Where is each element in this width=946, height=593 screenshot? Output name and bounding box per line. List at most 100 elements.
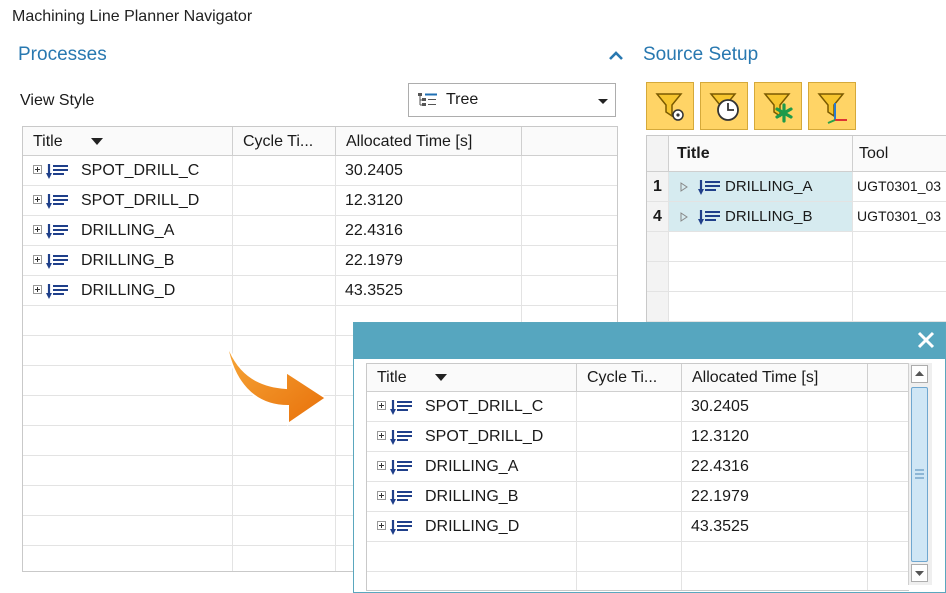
allocated-time-value: 12.3120 xyxy=(691,428,749,445)
expand-triangle-icon[interactable] xyxy=(680,212,688,222)
drilling-operation-icon xyxy=(389,458,413,481)
expand-icon[interactable] xyxy=(33,285,42,294)
table-header: Title Cycle Ti... Allocated Time [s] xyxy=(367,364,909,392)
column-header[interactable]: Title xyxy=(669,136,853,171)
drilling-operation-icon xyxy=(389,518,413,541)
expand-icon[interactable] xyxy=(33,195,42,204)
table-header: Title Tool xyxy=(647,136,946,172)
filter-axis-button[interactable] xyxy=(808,82,856,130)
table-row xyxy=(367,542,909,572)
sort-down-icon[interactable] xyxy=(435,373,447,383)
column-header[interactable]: Cycle Ti... xyxy=(577,364,682,391)
column-header[interactable]: Title xyxy=(23,127,233,155)
operation-title: SPOT_DRILL_D xyxy=(425,428,544,445)
drilling-operation-icon xyxy=(45,192,69,215)
tool-value: UGT0301_03 xyxy=(857,178,942,194)
filter-asterisk-icon xyxy=(763,93,793,123)
operation-title: SPOT_DRILL_D xyxy=(81,192,200,209)
expand-icon[interactable] xyxy=(377,461,386,470)
tool-value: UGT0301_03 xyxy=(857,208,942,224)
allocated-time-value: 22.1979 xyxy=(691,488,749,505)
filter-settings-button[interactable] xyxy=(646,82,694,130)
scroll-down-button[interactable] xyxy=(911,564,928,582)
column-header-label: Allocated Time [s] xyxy=(346,133,473,150)
drilling-operation-icon xyxy=(697,178,721,201)
operation-title: SPOT_DRILL_C xyxy=(81,162,200,179)
allocated-time-value: 30.2405 xyxy=(691,398,749,415)
cycle-time-value xyxy=(577,398,587,415)
arrow-icon xyxy=(225,339,328,426)
operation-title: SPOT_DRILL_C xyxy=(425,398,544,415)
chevron-up-icon xyxy=(609,51,623,60)
table-row xyxy=(647,232,946,262)
filter-clock-icon xyxy=(709,93,739,121)
allocated-time-value: 30.2405 xyxy=(345,162,403,179)
expand-triangle-icon[interactable] xyxy=(680,182,688,192)
drilling-operation-icon xyxy=(45,162,69,185)
view-style-dropdown[interactable]: Tree xyxy=(408,83,616,117)
vertical-scrollbar[interactable] xyxy=(908,363,932,585)
column-header[interactable]: Allocated Time [s] xyxy=(682,364,868,391)
cycle-time-value xyxy=(233,222,243,239)
allocated-time-value: 43.3525 xyxy=(345,282,403,299)
sort-down-icon[interactable] xyxy=(91,137,103,147)
tree-view-icon xyxy=(417,92,439,113)
table-row[interactable]: 4 DRILLING_B UGT0301_03 xyxy=(647,202,946,232)
cycle-time-value xyxy=(577,488,587,505)
column-header-label: Title xyxy=(677,145,710,162)
scroll-up-icon xyxy=(915,371,924,376)
expand-icon[interactable] xyxy=(377,521,386,530)
column-header-label: Title xyxy=(377,369,407,386)
filter-settings-icon xyxy=(655,93,684,121)
chevron-down-icon xyxy=(597,94,609,112)
table-row[interactable]: DRILLING_A 22.4316 xyxy=(367,452,909,482)
table-row xyxy=(647,262,946,292)
column-header[interactable]: Tool xyxy=(853,136,946,171)
allocated-time-value: 22.1979 xyxy=(345,252,403,269)
expand-icon[interactable] xyxy=(33,225,42,234)
table-row[interactable]: DRILLING_A 22.4316 xyxy=(23,216,617,246)
table-row[interactable]: SPOT_DRILL_C 30.2405 xyxy=(367,392,909,422)
column-header[interactable]: Cycle Ti... xyxy=(233,127,336,155)
processes-title: Processes xyxy=(18,44,107,65)
expand-icon[interactable] xyxy=(377,491,386,500)
close-button[interactable] xyxy=(913,327,939,353)
view-style-label: View Style xyxy=(20,92,95,109)
drilling-operation-icon xyxy=(45,222,69,245)
scroll-up-button[interactable] xyxy=(911,365,928,383)
table-row[interactable]: DRILLING_D 43.3525 xyxy=(367,512,909,542)
table-row[interactable]: SPOT_DRILL_D 12.3120 xyxy=(367,422,909,452)
table-row[interactable]: DRILLING_B 22.1979 xyxy=(23,246,617,276)
cycle-time-value xyxy=(577,518,587,535)
filter-clock-button[interactable] xyxy=(700,82,748,130)
column-header[interactable]: Allocated Time [s] xyxy=(336,127,522,155)
column-header-label: Allocated Time [s] xyxy=(692,369,819,386)
column-header[interactable]: Title xyxy=(367,364,577,391)
cycle-time-value xyxy=(233,192,243,209)
allocated-time-value: 12.3120 xyxy=(345,192,403,209)
column-header-label: Cycle Ti... xyxy=(587,369,658,386)
dialog-title-bar[interactable] xyxy=(354,323,945,359)
row-number: 1 xyxy=(653,178,662,195)
table-row[interactable]: DRILLING_B 22.1979 xyxy=(367,482,909,512)
scroll-down-icon xyxy=(915,571,924,576)
column-header-label: Cycle Ti... xyxy=(243,133,314,150)
expand-icon[interactable] xyxy=(377,401,386,410)
table-row[interactable]: DRILLING_D 43.3525 xyxy=(23,276,617,306)
table-row[interactable]: SPOT_DRILL_C 30.2405 xyxy=(23,156,617,186)
collapse-source-setup-button[interactable] xyxy=(606,46,626,66)
expand-icon[interactable] xyxy=(33,165,42,174)
column-header-filler xyxy=(522,127,617,155)
table-row[interactable]: SPOT_DRILL_D 12.3120 xyxy=(23,186,617,216)
scroll-thumb[interactable] xyxy=(911,387,928,562)
operation-title: DRILLING_D xyxy=(425,518,520,535)
expand-icon[interactable] xyxy=(33,255,42,264)
table-row[interactable]: 1 DRILLING_A UGT0301_03 xyxy=(647,172,946,202)
drilling-operation-icon xyxy=(45,252,69,275)
row-number: 4 xyxy=(653,208,662,225)
filter-asterisk-button[interactable] xyxy=(754,82,802,130)
source-setup-table: Title Tool 1 DRILLING_A UGT0301_03 4 DRILLING_… xyxy=(646,135,946,325)
column-header-label: Title xyxy=(33,133,63,150)
window-title: Machining Line Planner Navigator xyxy=(12,8,253,25)
expand-icon[interactable] xyxy=(377,431,386,440)
